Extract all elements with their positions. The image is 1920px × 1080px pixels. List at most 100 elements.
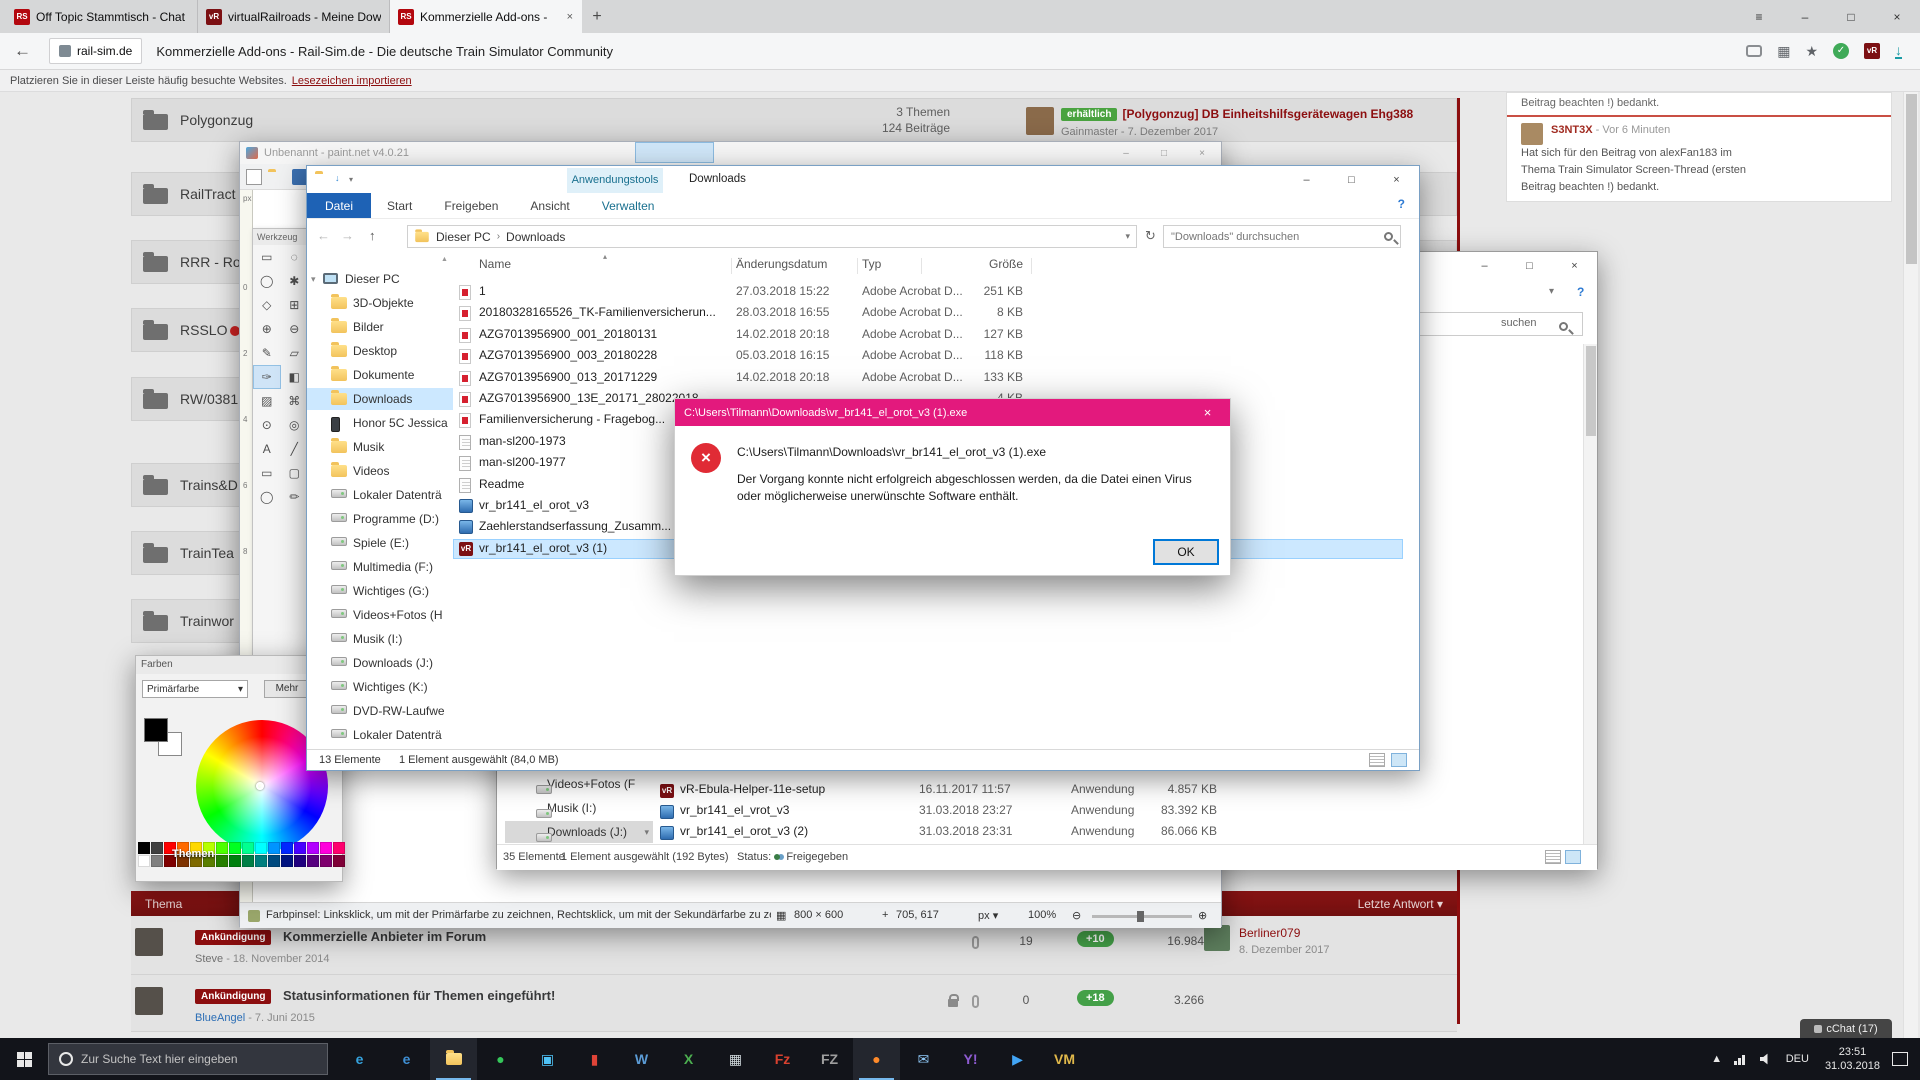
nav-item-videos[interactable]: Videos [307,460,453,482]
ellipse-select-tool-icon[interactable]: ◯ [253,269,281,293]
nav-item-bilder[interactable]: Bilder [307,316,453,338]
last-post-title[interactable]: [Polygonzug] DB Einheitshilfsgerätewagen… [1122,107,1413,121]
nav-item-musik-i-[interactable]: Musik (I:) [505,797,653,819]
zoom-out-icon[interactable]: ⊖ [1072,909,1081,922]
url-bar[interactable]: rail-sim.de [49,38,142,64]
last-reply-user[interactable]: Berliner079 [1239,926,1300,940]
pan-tool-icon[interactable]: ⊖ [281,317,309,341]
header-letzte-antwort[interactable]: Letzte Antwort ▾ [1358,897,1443,911]
ribbon-collapse-icon[interactable]: ▾ [1549,286,1554,297]
ribbon-tab-verwalten[interactable]: Verwalten [586,193,671,218]
voicemeeter-icon[interactable]: VM [1041,1038,1088,1080]
forum-category-row[interactable]: Polygonzug3 Themen124 Beiträgeerhältlich… [131,98,1457,142]
column-header-3[interactable]: Größe [933,257,1023,271]
header-thema[interactable]: Thema [145,897,182,911]
file-name[interactable]: vr_br141_el_orot_v3 (1) [479,541,607,555]
paintnet-titlebar[interactable]: Unbenannt - paint.net v4.0.21 –□× [240,142,1221,164]
forward-icon[interactable]: → [341,228,354,243]
breadcrumb-item[interactable]: Downloads [506,230,565,244]
file-name[interactable]: AZG7013956900_013_20171229 [479,370,657,384]
file-name[interactable]: Familienversicherung - Fragebog... [479,412,665,426]
color-picker-tool-icon[interactable]: ⊙ [253,413,281,437]
mail-app-icon[interactable]: ✉ [900,1038,947,1080]
security-shield-icon[interactable]: ✓ [1833,43,1849,59]
search-icon[interactable] [1559,322,1568,331]
recolor-tool-icon[interactable]: ◎ [281,413,309,437]
collapse-icon[interactable]: ▾ [644,821,649,843]
nav-item-musik[interactable]: Musik [307,436,453,458]
palette-swatch[interactable] [281,855,293,867]
browser-close-button[interactable]: × [1874,0,1920,33]
ok-button[interactable]: OK [1153,539,1219,565]
filezilla-icon[interactable]: Fz [759,1038,806,1080]
maximize-button[interactable]: □ [1507,252,1552,280]
close-button[interactable]: × [1552,252,1597,280]
zoom-slider-thumb[interactable] [1137,911,1144,922]
nav-item-downloads-j-[interactable]: Downloads (J:) [307,652,453,674]
author-name[interactable]: BlueAngel [195,1012,245,1024]
tray-expand-icon[interactable]: ▲ [1706,1053,1728,1065]
search-box[interactable]: "Downloads" durchsuchen [1163,225,1401,248]
rounded-rectangle-tool-icon[interactable]: ▢ [281,461,309,485]
refresh-icon[interactable]: ↻ [1145,228,1156,244]
ribbon-tab-ansicht[interactable]: Ansicht [514,193,585,218]
internet-explorer-icon[interactable]: e [383,1038,430,1080]
thread-title[interactable]: Statusinformationen für Themen eingeführ… [283,988,555,1003]
scrollbar-thumb[interactable] [1906,94,1917,264]
nav-item-dvd-rw-laufwe[interactable]: DVD-RW-Laufwe [307,700,453,722]
back-icon[interactable]: ← [317,228,330,243]
explorer1-titlebar[interactable]: ↓ ▾ Anwendungstools Downloads –□× [307,166,1419,193]
details-view-icon[interactable] [1369,753,1385,767]
dialog-titlebar[interactable]: C:\Users\Tilmann\Downloads\vr_br141_el_o… [675,399,1230,426]
nav-item-honor-5c-jessica[interactable]: Honor 5C Jessica [307,412,453,434]
category-name[interactable]: Trainwor [180,613,234,629]
yahoo-icon[interactable]: Y! [947,1038,994,1080]
line-curve-tool-icon[interactable]: ╱ [281,437,309,461]
palette-swatch[interactable] [307,842,319,854]
help-icon[interactable]: ? [1398,197,1405,211]
category-name[interactable]: RRR - Ro [180,254,241,270]
word-icon[interactable]: W [618,1038,665,1080]
browser-minimize-button[interactable]: – [1782,0,1828,33]
palette-swatch[interactable] [229,855,241,867]
page-scrollbar[interactable] [1903,92,1918,1038]
palette-swatch[interactable] [151,842,163,854]
palette-swatch[interactable] [255,842,267,854]
paint-bucket-tool-icon[interactable]: ◧ [281,365,309,389]
close-button[interactable]: × [1183,142,1221,164]
palette-swatch[interactable] [333,855,345,867]
paintbrush-tool-icon[interactable]: ✑ [253,365,281,389]
thumbnail-view-icon[interactable] [1391,753,1407,767]
clock[interactable]: 23:5131.03.2018 [1825,1045,1880,1073]
nav-item-lokaler-datentr-[interactable]: Lokaler Datenträ [307,724,453,746]
vr-site-icon[interactable]: vR [1864,43,1880,59]
primary-color-dropdown[interactable]: Primärfarbe▾ [142,680,248,698]
back-icon[interactable]: ← [14,41,31,61]
edge-icon[interactable]: e [336,1038,383,1080]
palette-swatch[interactable] [242,855,254,867]
thumbnail-view-icon[interactable] [1565,850,1581,864]
browser-tab[interactable]: vRvirtualRailroads - Meine Dow [198,0,390,33]
palette-swatch[interactable] [242,842,254,854]
palette-swatch[interactable] [320,855,332,867]
nav-item-downloads[interactable]: Downloads [307,388,453,410]
browser-tab[interactable]: RSOff Topic Stammtisch - Chat [6,0,198,33]
photos-app-icon[interactable]: ▣ [524,1038,571,1080]
column-header-2[interactable]: Typ [862,257,881,271]
thread-title[interactable]: Kommerzielle Anbieter im Forum [283,929,486,944]
grid-icon[interactable]: ▦ [1777,43,1790,60]
taskbar-search[interactable]: Zur Suche Text hier eingeben [48,1043,328,1075]
color-wheel-marker[interactable] [256,782,264,790]
palette-swatch[interactable] [216,855,228,867]
palette-swatch[interactable] [255,855,267,867]
palette-swatch[interactable] [294,855,306,867]
ellipse-tool-icon[interactable]: ◯ [253,485,281,509]
rectangle-select-tool-icon[interactable]: ▭ [253,245,281,269]
minimize-button[interactable]: – [1462,252,1507,280]
minimize-button[interactable]: – [1284,166,1329,193]
file-name[interactable]: vr_br141_el_vrot_v3 [680,803,789,817]
palette-swatch[interactable] [281,842,293,854]
nav-item-dokumente[interactable]: Dokumente [307,364,453,386]
palette-swatch[interactable] [307,855,319,867]
red-app-icon[interactable]: ▮ [571,1038,618,1080]
